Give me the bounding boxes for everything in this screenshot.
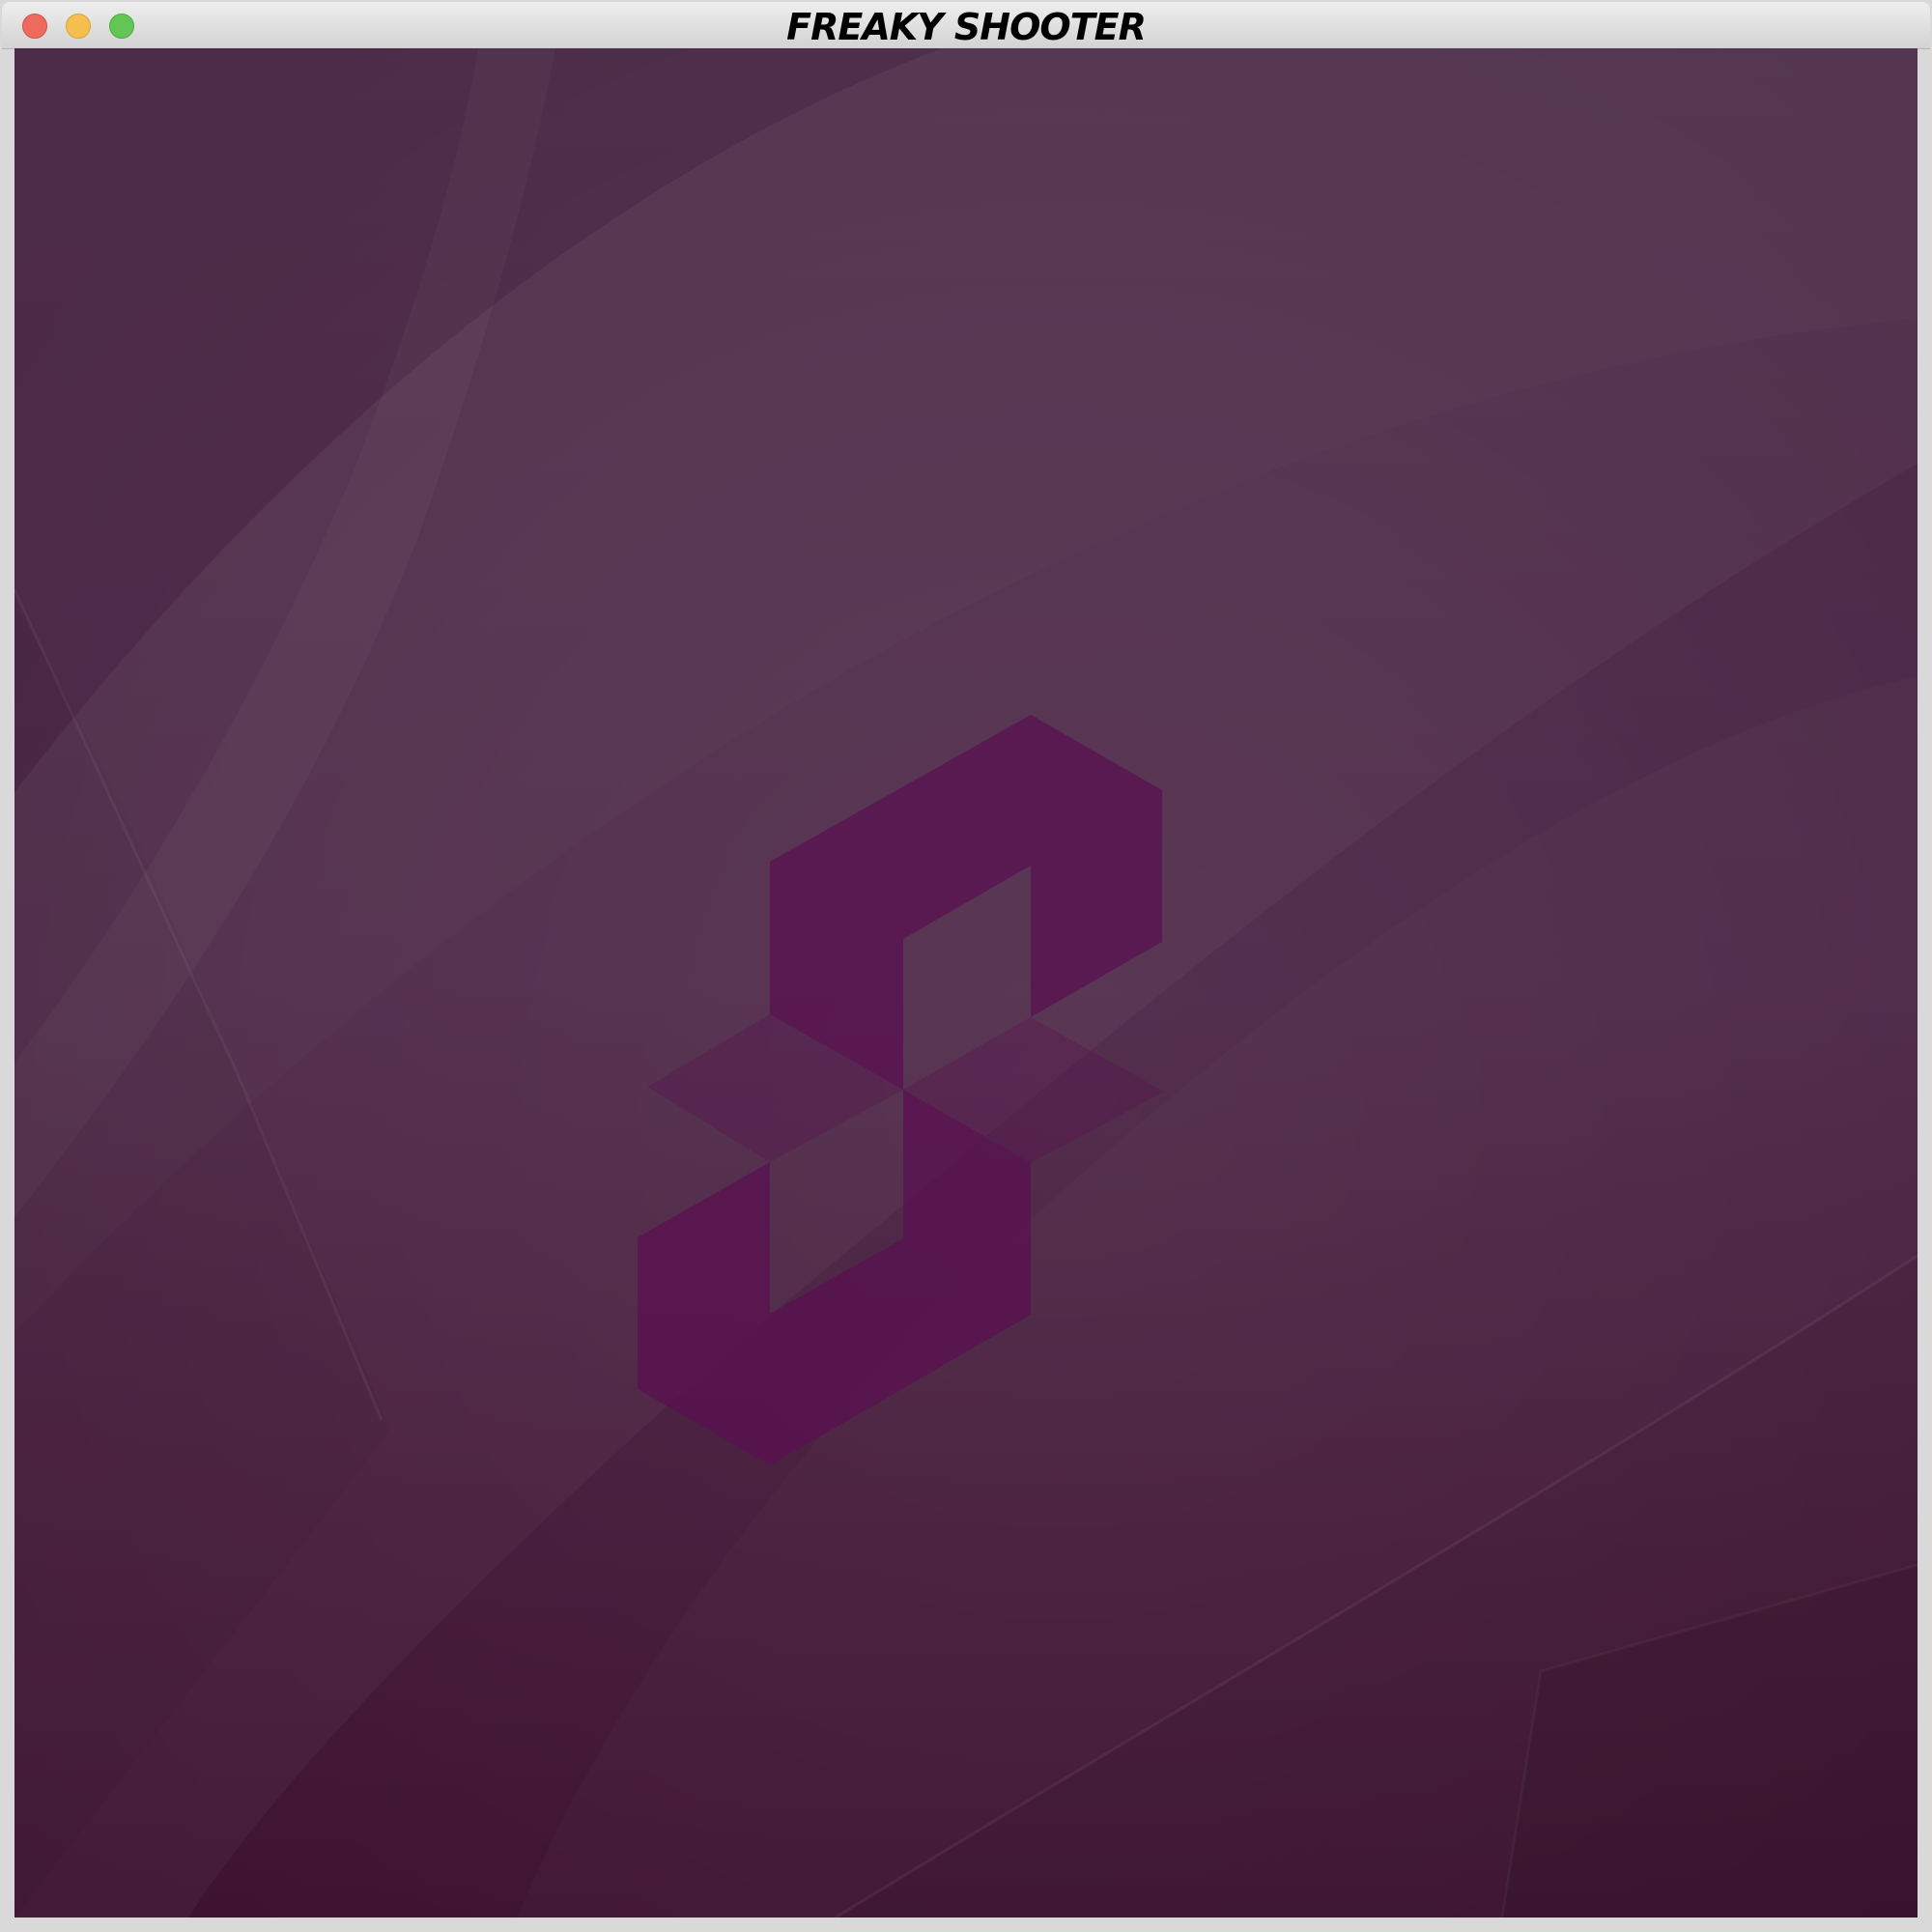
game-canvas[interactable] [14, 48, 1918, 1918]
window-title: FREAKY SHOOTER [786, 6, 1147, 48]
s-logo-icon [638, 715, 1164, 1465]
title-bar[interactable]: FREAKY SHOOTER [2, 2, 1930, 49]
game-window: FREAKY SHOOTER [0, 0, 1932, 1932]
